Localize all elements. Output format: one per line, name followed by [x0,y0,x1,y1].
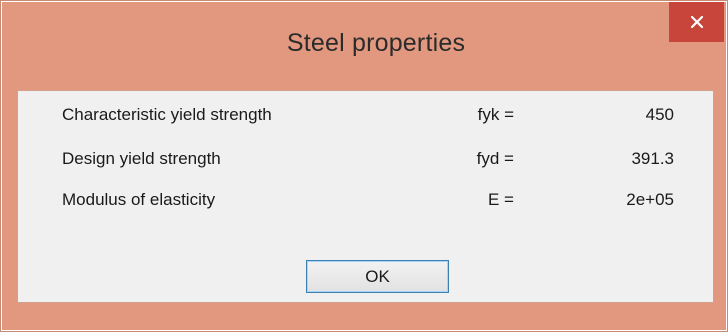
property-label: Design yield strength [62,149,221,168]
property-value: 450 [645,105,674,124]
dialog-content: Characteristic yield strength fyk = 450 … [17,90,714,303]
close-button[interactable] [669,2,724,42]
window-title: Steel properties [286,29,466,57]
property-label: Modulus of elasticity [62,190,216,209]
property-row-e: Modulus of elasticity E = 2e+05 [18,190,715,216]
close-icon [690,15,703,29]
steel-properties-dialog: Steel properties Characteristic yield st… [0,0,728,332]
property-value: 391.3 [631,149,674,168]
ok-button[interactable]: OK [306,260,449,293]
property-symbol: fyk = [477,105,514,124]
window-frame: Steel properties Characteristic yield st… [2,2,726,330]
property-symbol: fyd = [476,149,514,168]
property-value: 2e+05 [626,190,674,209]
title-bar[interactable]: Steel properties [2,2,726,90]
property-row-fyk: Characteristic yield strength fyk = 450 [18,105,715,131]
property-label: Characteristic yield strength [62,105,272,124]
property-symbol: E = [488,190,514,209]
property-row-fyd: Design yield strength fyd = 391.3 [18,149,715,175]
